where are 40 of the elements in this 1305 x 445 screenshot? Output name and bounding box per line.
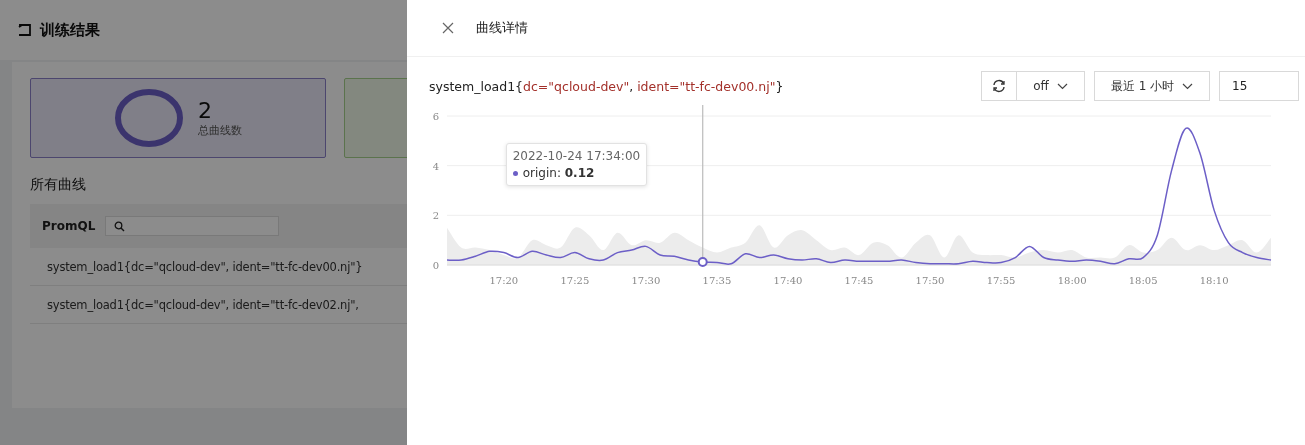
table-cell[interactable]: system_load1{dc="qcloud-dev", ident="tt-fc-dev00.nj"} — [47, 259, 363, 274]
series-dot — [512, 170, 518, 176]
ring-icon — [114, 88, 184, 148]
chevron-icon — [1056, 82, 1068, 90]
refresh-icon — [992, 79, 1006, 93]
tooltip-value: origin: 0.12 — [522, 166, 595, 180]
back-icon[interactable] — [18, 24, 32, 36]
y-tick-label: 4 — [432, 160, 439, 172]
search-icon — [114, 220, 126, 232]
x-tick-label: 18:00 — [1057, 275, 1087, 286]
y-tick-label: 2 — [432, 210, 439, 222]
x-tick-label: 17:45 — [844, 275, 874, 286]
y-tick-label: 6 — [432, 111, 439, 122]
drawer-title: 曲线详情 — [476, 19, 528, 37]
section-title: 所有曲线 — [30, 176, 87, 194]
close-icon[interactable] — [442, 22, 454, 34]
x-tick-label: 18:10 — [1199, 275, 1229, 286]
page-title: 训练结果 — [40, 20, 100, 40]
x-tick-label: 17:50 — [915, 275, 945, 286]
x-tick-label: 17:30 — [631, 275, 661, 286]
hover-point — [697, 257, 708, 267]
time-range-dropdown[interactable]: 最近 1 小时 — [1094, 71, 1210, 101]
chart-title: system_load1{dc="qcloud-dev", ident="tt-fc-dev00.nj"} — [429, 78, 784, 94]
refresh-interval-dropdown[interactable]: off — [1017, 71, 1085, 101]
x-tick-label: 17:25 — [560, 275, 590, 286]
stat-label: 总曲线数 — [198, 123, 242, 138]
stat-value: 2 — [198, 98, 213, 123]
x-tick-label: 17:40 — [773, 275, 803, 286]
chevron-icon — [1182, 82, 1194, 90]
step-input[interactable]: 15 — [1219, 71, 1299, 101]
table-cell[interactable]: system_load1{dc="qcloud-dev", ident="tt-fc-dev02.nj", — [47, 297, 359, 312]
search-field[interactable] — [105, 216, 280, 236]
refresh-button[interactable] — [981, 71, 1017, 101]
tooltip-title: 2022-10-24 17:34:00 — [512, 149, 641, 163]
y-tick-label: 0 — [432, 260, 439, 271]
x-tick-label: 18:05 — [1128, 275, 1158, 286]
x-tick-label: 17:55 — [986, 275, 1016, 286]
filter-label: PromQL — [42, 219, 96, 233]
x-tick-label: 17:35 — [702, 275, 732, 286]
x-tick-label: 17:20 — [489, 275, 519, 286]
